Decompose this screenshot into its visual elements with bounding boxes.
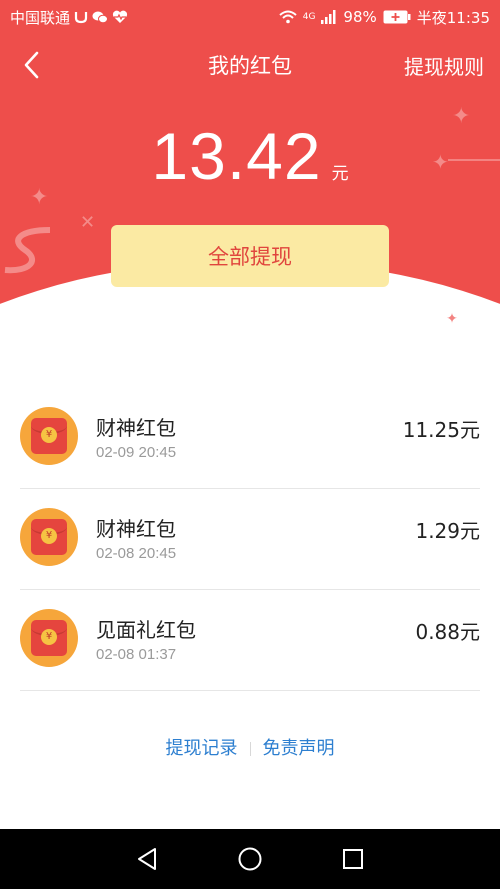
withdraw-all-button[interactable]: 全部提现 xyxy=(111,225,389,287)
heart-rate-icon xyxy=(112,10,128,24)
home-circle-icon xyxy=(238,847,262,871)
footer-links: 提现记录 免责声明 xyxy=(0,734,500,760)
packet-name: 财神红包 xyxy=(96,517,176,541)
red-envelope-icon: ¥ xyxy=(20,609,78,667)
expiry-notice: 请于2018年2月28日24:00前提现 逾期红包账户金额自动作废 xyxy=(0,304,500,350)
packet-amount: 1.29元 xyxy=(415,519,480,543)
system-nav-bar xyxy=(0,829,500,889)
back-triangle-icon xyxy=(137,848,156,870)
red-packet-list: ¥ 财神红包 02-09 20:45 11.25元 ¥ 财神红包 02-08 2… xyxy=(0,388,500,691)
nav-back-button[interactable] xyxy=(127,839,167,879)
battery-icon xyxy=(383,10,411,24)
disclaimer-link[interactable]: 免责声明 xyxy=(263,738,335,759)
u-shield-icon xyxy=(74,10,88,24)
withdraw-history-link[interactable]: 提现记录 xyxy=(166,738,238,759)
nav-recents-button[interactable] xyxy=(333,839,373,879)
swirl-decoration-icon xyxy=(4,227,51,274)
clock: 半夜11:35 xyxy=(416,8,490,27)
packet-amount: 0.88元 xyxy=(415,620,480,644)
wifi-icon xyxy=(279,10,297,24)
status-bar: 中国联通 4G 98% 半夜11:35 xyxy=(0,0,500,34)
nav-home-button[interactable] xyxy=(230,839,270,879)
packet-time: 02-08 01:37 xyxy=(96,646,177,663)
title-bar: 我的红包 提现规则 xyxy=(0,40,500,90)
link-divider xyxy=(249,742,251,756)
list-item[interactable]: ¥ 财神红包 02-08 20:45 1.29元 xyxy=(20,489,480,590)
packet-time: 02-08 20:45 xyxy=(96,545,177,562)
packet-amount: 11.25元 xyxy=(402,418,480,442)
wechat-icon xyxy=(92,10,109,24)
list-item[interactable]: ¥ 见面礼红包 02-08 01:37 0.88元 xyxy=(20,590,480,691)
balance-unit: 元 xyxy=(331,164,349,184)
balance-amount: 13.42 xyxy=(151,119,322,193)
network-type: 4G xyxy=(302,12,316,22)
red-envelope-icon: ¥ xyxy=(20,508,78,566)
carrier-label: 中国联通 xyxy=(10,8,71,27)
withdraw-rules-link[interactable]: 提现规则 xyxy=(404,51,484,80)
balance-display: 13.42 元 xyxy=(0,118,500,194)
packet-time: 02-09 20:45 xyxy=(96,444,177,461)
notice-line-1: 请于2018年2月28日24:00前提现 xyxy=(127,306,373,325)
battery-percent: 98% xyxy=(343,8,377,26)
notice-line-2: 逾期红包账户金额自动作废 xyxy=(153,329,346,348)
packet-name: 财神红包 xyxy=(96,416,176,440)
cross-icon: ✕ xyxy=(80,212,96,233)
signal-icon xyxy=(321,10,337,24)
list-item[interactable]: ¥ 财神红包 02-09 20:45 11.25元 xyxy=(20,388,480,489)
recents-square-icon xyxy=(343,849,364,869)
red-envelope-icon: ¥ xyxy=(20,407,78,465)
packet-name: 见面礼红包 xyxy=(96,618,196,642)
